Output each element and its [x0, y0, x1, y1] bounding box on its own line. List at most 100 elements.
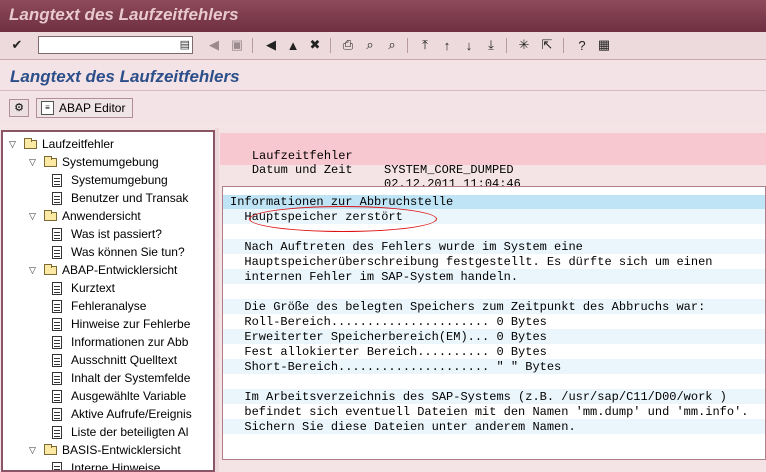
document-icon [52, 227, 62, 241]
document-icon [52, 407, 62, 421]
back-icon[interactable]: ◀ [262, 36, 280, 54]
command-field[interactable]: ▤ [38, 36, 193, 54]
tree-node-label: Interne Hinweise [71, 461, 161, 472]
document-icon [52, 299, 62, 313]
help-icon[interactable]: ? [573, 36, 591, 54]
divider [506, 38, 507, 53]
tree-folder-node[interactable]: ▽ ABAP-Entwicklersicht [29, 261, 177, 279]
folder-icon [44, 263, 57, 275]
document-icon [52, 317, 62, 331]
folder-icon [44, 443, 57, 455]
document-icon [52, 335, 62, 349]
divider [252, 38, 253, 53]
history-dropdown-icon[interactable]: ▤ [180, 38, 190, 51]
tree-folder-node[interactable]: ▽ Laufzeitfehler [9, 135, 114, 153]
tree-leaf-node[interactable]: Interne Hinweise [52, 459, 161, 472]
tree-leaf-node[interactable]: Aktive Aufrufe/Ereignis [52, 405, 192, 423]
longtext-line: internen Fehler im SAP-System handeln. [230, 270, 519, 284]
divider [563, 38, 564, 53]
tree-leaf-node[interactable]: Hinweise zur Fehlerbe [52, 315, 190, 333]
first-page-icon[interactable]: ⤒ [416, 36, 434, 54]
folder-icon [24, 137, 37, 149]
last-page-icon[interactable]: ⤓ [482, 36, 500, 54]
document-icon [52, 371, 62, 385]
header-error-row: Laufzeitfehler SYSTEM_CORE_DUMPED [223, 135, 514, 177]
tree-leaf-node[interactable]: Was ist passiert? [52, 225, 162, 243]
dump-header: Laufzeitfehler SYSTEM_CORE_DUMPED Datum … [220, 133, 766, 191]
next-page-icon[interactable]: ↓ [460, 36, 478, 54]
expand-triangle-icon[interactable]: ▽ [29, 265, 39, 276]
longtext-line: Hauptspeicherüberschreibung festgestellt… [230, 255, 713, 269]
cancel-icon[interactable]: ✖ [306, 36, 324, 54]
new-session-icon[interactable]: ✳ [515, 36, 533, 54]
tree-leaf-node[interactable]: Inhalt der Systemfelde [52, 369, 190, 387]
print-icon[interactable]: ⎙ [339, 36, 357, 54]
document-icon [52, 191, 62, 205]
tree-leaf-node[interactable]: Was können Sie tun? [52, 243, 185, 261]
tree-node-label: Was können Sie tun? [71, 245, 185, 259]
divider [407, 38, 408, 53]
application-toolbar: ⚙ ≡ ABAP Editor [0, 91, 766, 123]
tree-folder-node[interactable]: ▽ Systemumgebung [29, 153, 159, 171]
red-annotation-circle [249, 206, 437, 232]
screen-title: Langtext des Laufzeitfehlers [10, 67, 240, 86]
screen-title-bar: Langtext des Laufzeitfehlers [0, 60, 766, 91]
longtext-line: Nach Auftreten des Fehlers wurde im Syst… [230, 240, 583, 254]
datetime-label: Datum und Zeit [251, 163, 353, 177]
tree-folder-node[interactable]: ▽ BASIS-Entwicklersicht [29, 441, 181, 459]
abap-editor-label: ABAP Editor [59, 101, 126, 115]
expand-triangle-icon[interactable]: ▽ [29, 211, 39, 222]
find-icon[interactable]: ⌕ [361, 36, 379, 54]
layout-menu-icon[interactable]: ▦ [595, 36, 613, 54]
tree-node-label: Kurztext [71, 281, 116, 295]
abap-editor-button[interactable]: ≡ ABAP Editor [36, 98, 134, 118]
expand-triangle-icon[interactable]: ▽ [29, 445, 39, 456]
divider [330, 38, 331, 53]
tree-leaf-node[interactable]: Systemumgebung [52, 171, 168, 189]
tree-node-label: Systemumgebung [62, 155, 159, 169]
document-icon [52, 353, 62, 367]
tree-leaf-node[interactable]: Fehleranalyse [52, 297, 146, 315]
debugger-icon[interactable]: ⚙ [9, 99, 29, 117]
longtext-line: Sichern Sie diese Dateien unter anderem … [230, 420, 576, 434]
shortcut-icon[interactable]: ⇱ [538, 36, 556, 54]
navigation-tree: ▽ Laufzeitfehler ▽ Systemumgebung Systemumge… [1, 130, 215, 472]
editor-icon: ≡ [41, 101, 54, 115]
longtext-line: befindet sich eventuell Dateien mit den … [230, 405, 749, 419]
tree-leaf-node[interactable]: Benutzer und Transak [52, 189, 188, 207]
error-value: SYSTEM_CORE_DUMPED [384, 163, 514, 177]
tree-node-label: BASIS-Entwicklersicht [62, 443, 181, 457]
document-icon [52, 245, 62, 259]
tree-node-label: Informationen zur Abb [71, 335, 189, 349]
save-icon[interactable]: ▣ [228, 36, 246, 54]
previous-page-icon[interactable]: ↑ [438, 36, 456, 54]
document-icon [52, 389, 62, 403]
tree-node-label: Ausgewählte Variable [71, 389, 187, 403]
document-icon [52, 425, 62, 439]
tree-leaf-node[interactable]: Ausgewählte Variable [52, 387, 186, 405]
tree-node-label: Liste der beteiligten Al [71, 425, 189, 439]
tree-leaf-node[interactable]: Ausschnitt Quelltext [52, 351, 177, 369]
longtext-line: Fest allokierter Bereich.......... 0 Byt… [230, 345, 547, 359]
tree-folder-node[interactable]: ▽ Anwendersicht [29, 207, 141, 225]
tree-node-label: Benutzer und Transak [71, 191, 189, 205]
tree-node-label: ABAP-Entwicklersicht [62, 263, 178, 277]
find-next-icon[interactable]: ⌕ [383, 36, 401, 54]
splitter[interactable] [215, 128, 219, 472]
enter-checkmark-icon[interactable]: ✔ [8, 36, 26, 54]
longtext-line: Die Größe des belegten Speichers zum Zei… [230, 300, 706, 314]
document-icon [52, 281, 62, 295]
tree-leaf-node[interactable]: Informationen zur Abb [52, 333, 188, 351]
tree-leaf-node[interactable]: Kurztext [52, 279, 115, 297]
document-icon [52, 173, 62, 187]
tree-node-label: Systemumgebung [71, 173, 168, 187]
folder-icon [44, 209, 57, 221]
tree-node-label: Inhalt der Systemfelde [71, 371, 191, 385]
window-title: Langtext des Laufzeitfehlers [9, 5, 239, 24]
tree-leaf-node[interactable]: Liste der beteiligten Al [52, 423, 188, 441]
exit-icon[interactable]: ▲ [284, 36, 302, 54]
expand-triangle-icon[interactable]: ▽ [9, 139, 19, 150]
folder-icon [44, 155, 57, 167]
tree-node-label: Hinweise zur Fehlerbe [71, 317, 191, 331]
expand-triangle-icon[interactable]: ▽ [29, 157, 39, 168]
